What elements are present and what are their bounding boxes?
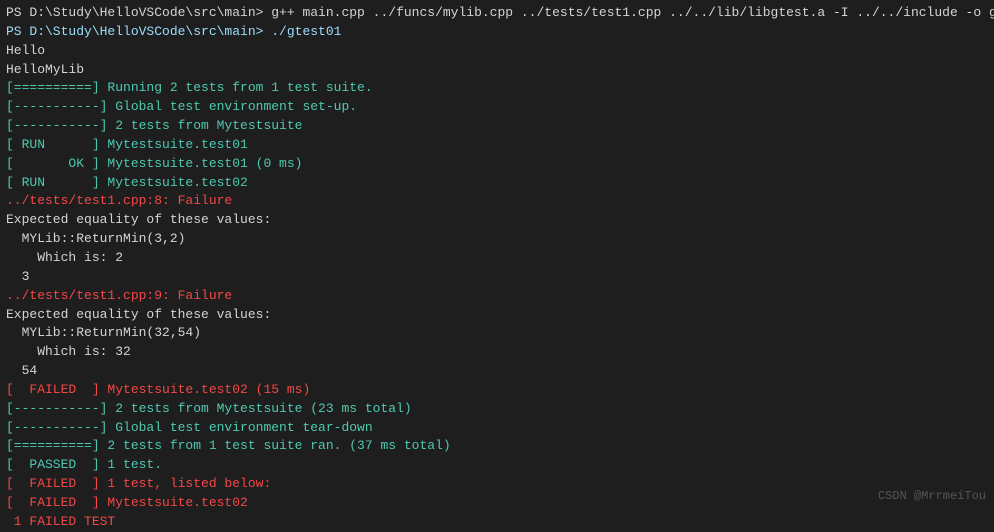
terminal-line-failed1: [ FAILED ] Mytestsuite.test02 (15 ms): [6, 381, 988, 400]
terminal-line-val1b: Which is: 2: [6, 249, 988, 268]
terminal-output: PS D:\Study\HelloVSCode\src\main> g++ ma…: [6, 4, 988, 532]
terminal-line-failed2: [ FAILED ] 1 test, listed below:: [6, 475, 988, 494]
terminal-line-val1a: MYLib::ReturnMin(3,2): [6, 230, 988, 249]
terminal-line-sep5: [-----------] Global test environment te…: [6, 419, 988, 438]
terminal-line-fail_loc1: ../tests/test1.cpp:8: Failure: [6, 192, 988, 211]
terminal-line-hello: Hello: [6, 42, 988, 61]
terminal-line-val1c: 3: [6, 268, 988, 287]
terminal-line-failed3: [ FAILED ] Mytestsuite.test02: [6, 494, 988, 513]
watermark: CSDN @MrrmeiTou: [878, 489, 986, 503]
terminal-line-expected2: Expected equality of these values:: [6, 306, 988, 325]
terminal-line-sep4: [-----------] 2 tests from Mytestsuite (…: [6, 400, 988, 419]
terminal-line-cmd1: PS D:\Study\HelloVSCode\src\main> g++ ma…: [6, 4, 988, 23]
terminal-line-run2: [ RUN ] Mytestsuite.test02: [6, 174, 988, 193]
terminal-line-expected1: Expected equality of these values:: [6, 211, 988, 230]
terminal-line-sep2: [-----------] Global test environment se…: [6, 98, 988, 117]
terminal-line-run1: [ RUN ] Mytestsuite.test01: [6, 136, 988, 155]
terminal-line-fail_loc2: ../tests/test1.cpp:9: Failure: [6, 287, 988, 306]
terminal-line-val2b: Which is: 32: [6, 343, 988, 362]
terminal-line-ok1: [ OK ] Mytestsuite.test01 (0 ms): [6, 155, 988, 174]
terminal-line-sep6: [==========] 2 tests from 1 test suite r…: [6, 437, 988, 456]
terminal-line-hellomylib: HelloMyLib: [6, 61, 988, 80]
terminal-line-sep3: [-----------] 2 tests from Mytestsuite: [6, 117, 988, 136]
terminal: PS D:\Study\HelloVSCode\src\main> g++ ma…: [0, 0, 994, 511]
terminal-line-val2a: MYLib::ReturnMin(32,54): [6, 324, 988, 343]
terminal-line-val2c: 54: [6, 362, 988, 381]
terminal-line-summary: 1 FAILED TEST: [6, 513, 988, 532]
terminal-line-passed1: [ PASSED ] 1 test.: [6, 456, 988, 475]
terminal-line-sep1: [==========] Running 2 tests from 1 test…: [6, 79, 988, 98]
terminal-line-cmd2: PS D:\Study\HelloVSCode\src\main> ./gtes…: [6, 23, 988, 42]
